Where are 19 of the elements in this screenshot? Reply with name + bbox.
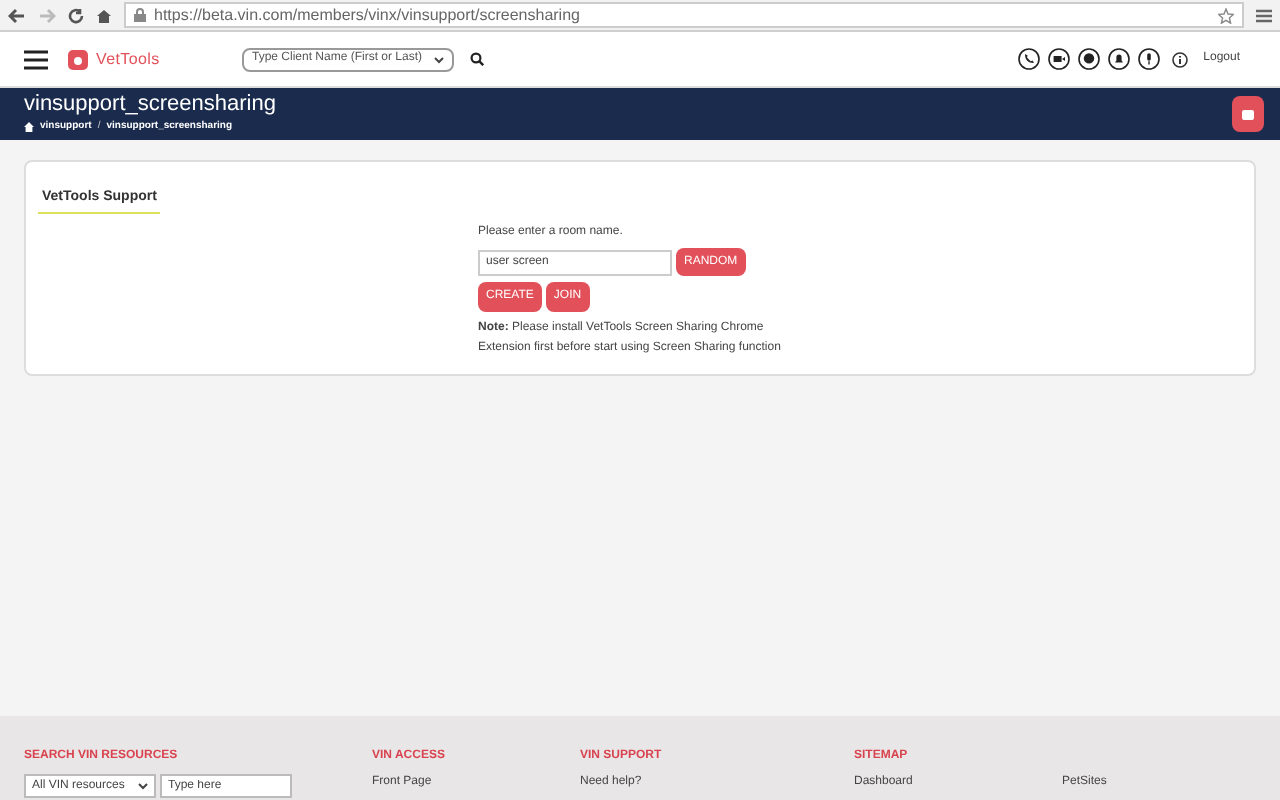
star-icon[interactable] (1218, 7, 1234, 23)
home-icon[interactable] (96, 7, 112, 23)
back-icon[interactable] (8, 7, 26, 23)
page-title: vinsupport_screensharing (24, 90, 276, 118)
logo-text: VetTools (96, 47, 160, 71)
caret-icon (138, 782, 148, 790)
reload-icon[interactable] (68, 7, 84, 23)
menu-icon[interactable] (24, 49, 48, 69)
url-text: https://beta.vin.com/members/vinx/vinsupport/screensharing (154, 7, 580, 23)
logo-icon (68, 49, 88, 69)
search-icon[interactable] (470, 52, 484, 66)
phone-icon[interactable] (1017, 48, 1040, 70)
caret-icon (434, 55, 444, 63)
lock-icon (134, 8, 146, 22)
home-icon (24, 121, 34, 131)
bell-icon[interactable] (1107, 48, 1130, 70)
video-button[interactable] (1232, 96, 1264, 132)
info-icon[interactable] (1171, 51, 1188, 67)
address-bar[interactable]: https://beta.vin.com/members/vinx/vinsupport/screensharing (124, 2, 1244, 28)
